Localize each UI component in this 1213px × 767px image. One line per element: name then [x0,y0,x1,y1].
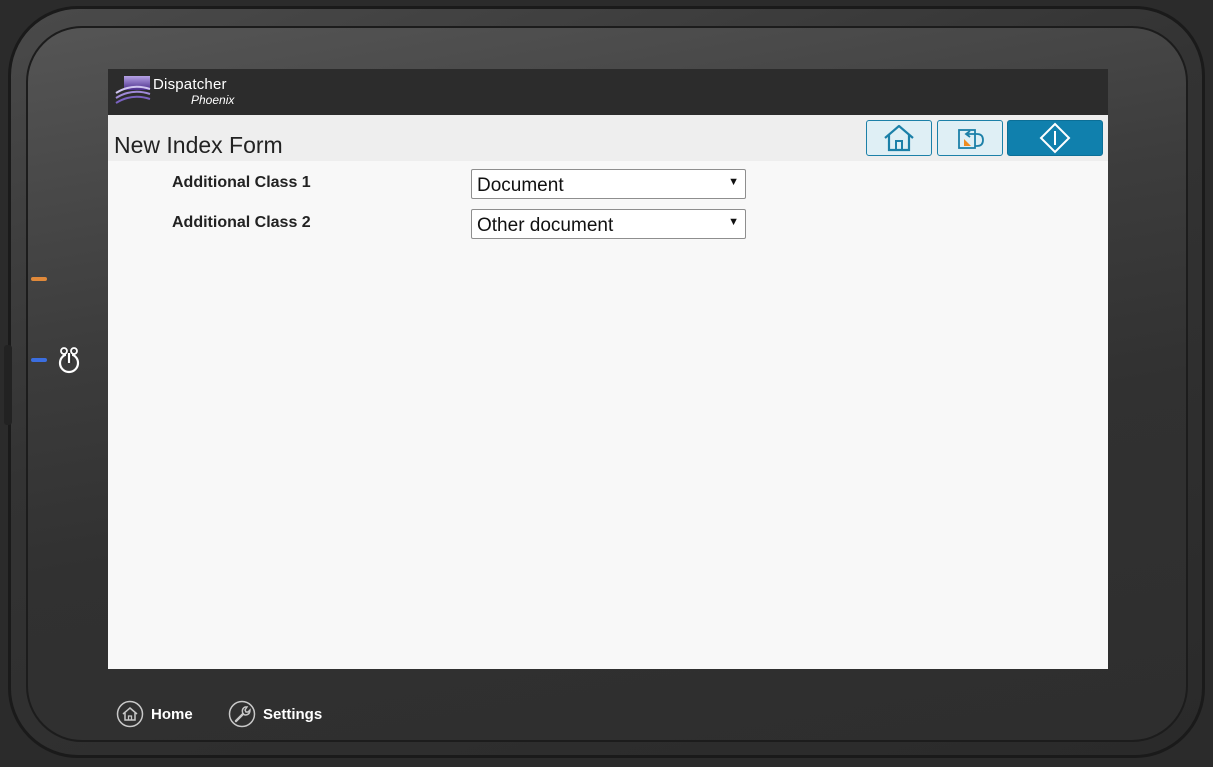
additional-class-1-label: Additional Class 1 [172,174,311,191]
home-button[interactable] [866,120,932,156]
bottom-home-label: Home [151,705,193,723]
status-led-orange [31,277,47,281]
dropdown-arrow-icon: ▼ [728,216,739,228]
logo-mark-icon [115,76,151,104]
additional-class-2-value: Other document [477,215,614,236]
form-row-additional-class-2: Additional Class 2 Other document ▼ [108,208,1108,240]
logo-subtitle: Phoenix [191,93,235,107]
bottom-settings-button[interactable]: Settings [228,699,322,729]
app-screen: Dispatcher Phoenix New Index Form Additi… [108,69,1108,669]
home-icon [884,124,914,152]
app-header: Dispatcher Phoenix [108,69,1108,115]
bottom-home-button[interactable]: Home [116,699,193,729]
start-button[interactable] [1007,120,1103,156]
side-notch [4,345,12,425]
additional-class-1-select[interactable]: Document ▼ [471,169,746,199]
logo-title: Dispatcher [153,76,227,93]
page-title: New Index Form [114,132,283,158]
dispatcher-phoenix-logo: Dispatcher Phoenix [114,73,254,111]
status-led-blue [31,358,47,362]
power-icon[interactable] [55,346,83,376]
device-frame: Dispatcher Phoenix New Index Form Additi… [0,0,1213,767]
bottom-settings-label: Settings [263,705,323,723]
start-icon [1039,122,1071,154]
additional-class-2-label: Additional Class 2 [172,214,311,231]
wrench-icon [228,700,256,728]
reset-button[interactable] [937,120,1003,156]
additional-class-1-value: Document [477,175,564,196]
additional-class-2-select[interactable]: Other document ▼ [471,209,746,239]
title-bar: New Index Form [108,115,1108,161]
form-row-additional-class-1: Additional Class 1 Document ▼ [108,168,1108,200]
home-icon [116,700,144,728]
dropdown-arrow-icon: ▼ [728,176,739,188]
back-icon [958,129,984,149]
